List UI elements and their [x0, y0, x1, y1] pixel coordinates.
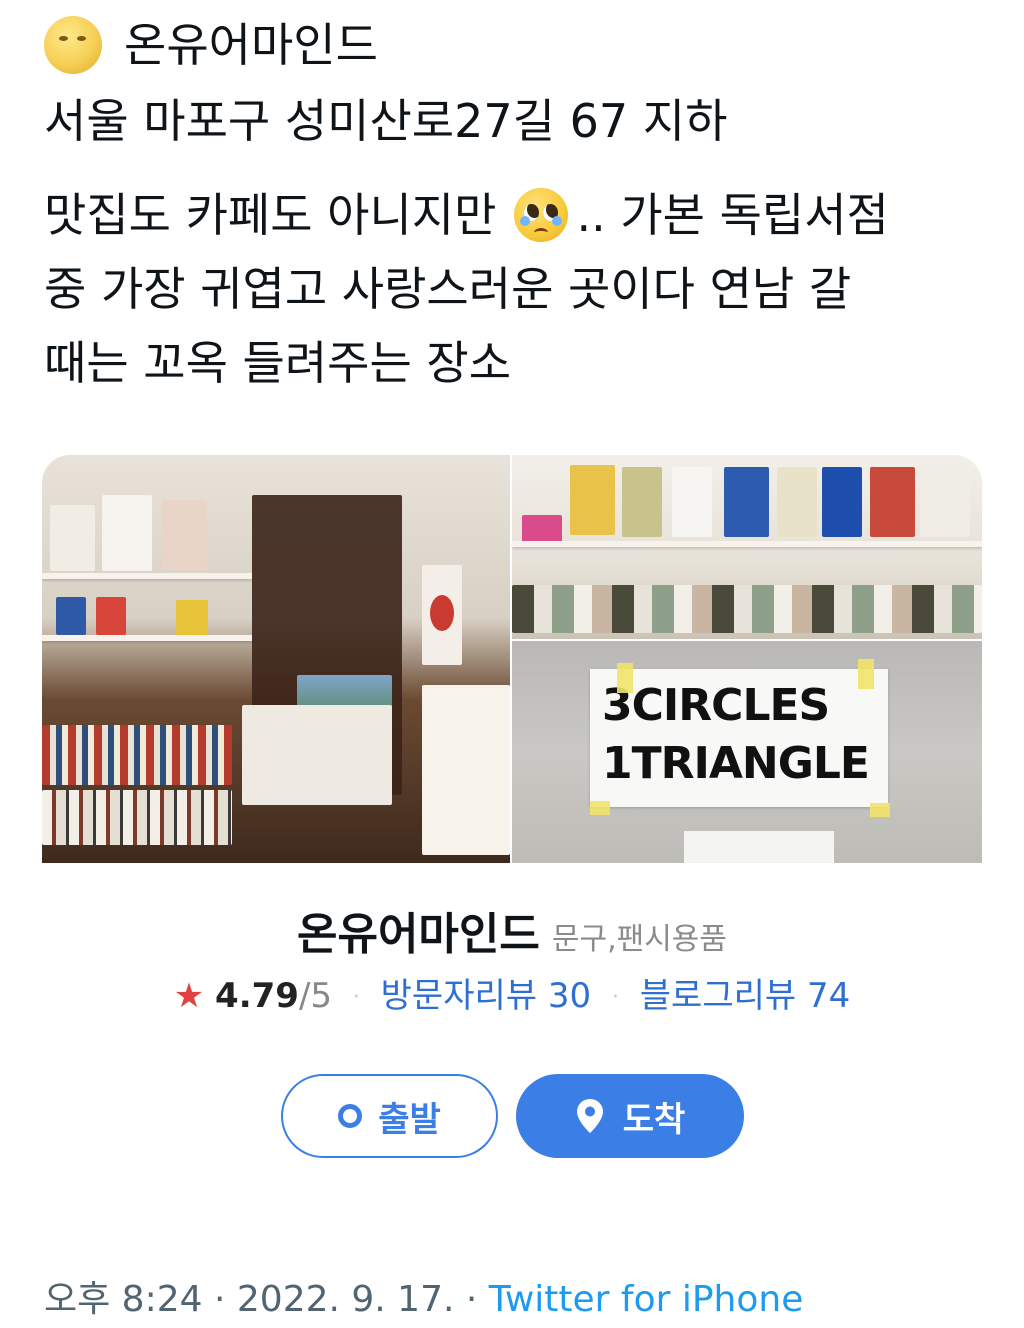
sign-photo[interactable]: 3CIRCLES 1TRIANGLE [512, 641, 982, 863]
full-moon-face-emoji-icon [44, 16, 102, 74]
tweet-source-link[interactable]: Twitter for iPhone [489, 1279, 804, 1320]
tweet-time[interactable]: 오후 8:24 [44, 1279, 203, 1320]
body-text-part: 맛집도 카페도 아니지만 [44, 188, 497, 242]
header-text: 온유어마인드 [124, 18, 378, 72]
body-row-3: 때는 꼬옥 들려주는 장소 [44, 336, 512, 390]
pleading-face-emoji-icon [514, 188, 569, 242]
depart-label: 출발 [378, 1099, 441, 1140]
address-line: 서울 마포구 성미산로27길 67 지하 [44, 94, 728, 148]
shelf-photo[interactable] [512, 455, 982, 639]
blog-reviews-link[interactable]: 블로그리뷰 74 [640, 976, 850, 1016]
place-category: 문구,팬시용품 [551, 922, 728, 957]
place-name[interactable]: 온유어마인드 [297, 909, 540, 960]
separator-dot: · [352, 985, 360, 1010]
rating-value: 4.79 [215, 976, 299, 1016]
sign-line-1: 3CIRCLES [602, 680, 830, 731]
separator-dot: · [213, 1279, 226, 1320]
place-title[interactable]: 온유어마인드 문구,팬시용품 [0, 898, 1024, 962]
separator-dot: · [611, 985, 619, 1010]
tweet-line-title: 온유어마인드 [44, 8, 378, 82]
tweet-meta: 오후 8:24 · 2022. 9. 17. · Twitter for iPh… [44, 1270, 803, 1322]
map-pin-icon [576, 1099, 603, 1133]
visitor-reviews-link[interactable]: 방문자리뷰 30 [381, 976, 591, 1016]
star-icon: ★ [173, 976, 205, 1016]
separator-dot: · [465, 1279, 478, 1320]
sign-line-2: 1TRIANGLE [602, 738, 870, 789]
depart-button[interactable]: 출발 [281, 1074, 498, 1158]
tweet-date[interactable]: 2022. 9. 17. [237, 1279, 455, 1320]
body-row-2: 중 가장 귀엽고 사랑스러운 곳이다 연남 갈 [44, 262, 852, 316]
tweet-body: 맛집도 카페도 아니지만 .. 가본 독립서점 중 가장 귀엽고 사랑스러운 곳… [44, 178, 984, 400]
bookstore-interior-photo[interactable] [42, 455, 510, 863]
bookstore-photos-right: 3CIRCLES 1TRIANGLE [512, 455, 982, 863]
rating-max: /5 [298, 976, 333, 1016]
arrive-button[interactable]: 도착 [516, 1074, 744, 1158]
rating-row: ★ 4.79/5 · 방문자리뷰 30 · 블로그리뷰 74 [0, 968, 1024, 1017]
arrive-label: 도착 [622, 1099, 686, 1140]
origin-dot-icon [338, 1104, 363, 1128]
body-text-part: .. 가본 독립서점 [576, 188, 889, 242]
place-card-images[interactable]: 3CIRCLES 1TRIANGLE [42, 455, 982, 863]
shop-sign: 3CIRCLES 1TRIANGLE [590, 669, 888, 807]
body-row-1: 맛집도 카페도 아니지만 .. 가본 독립서점 [44, 178, 984, 252]
